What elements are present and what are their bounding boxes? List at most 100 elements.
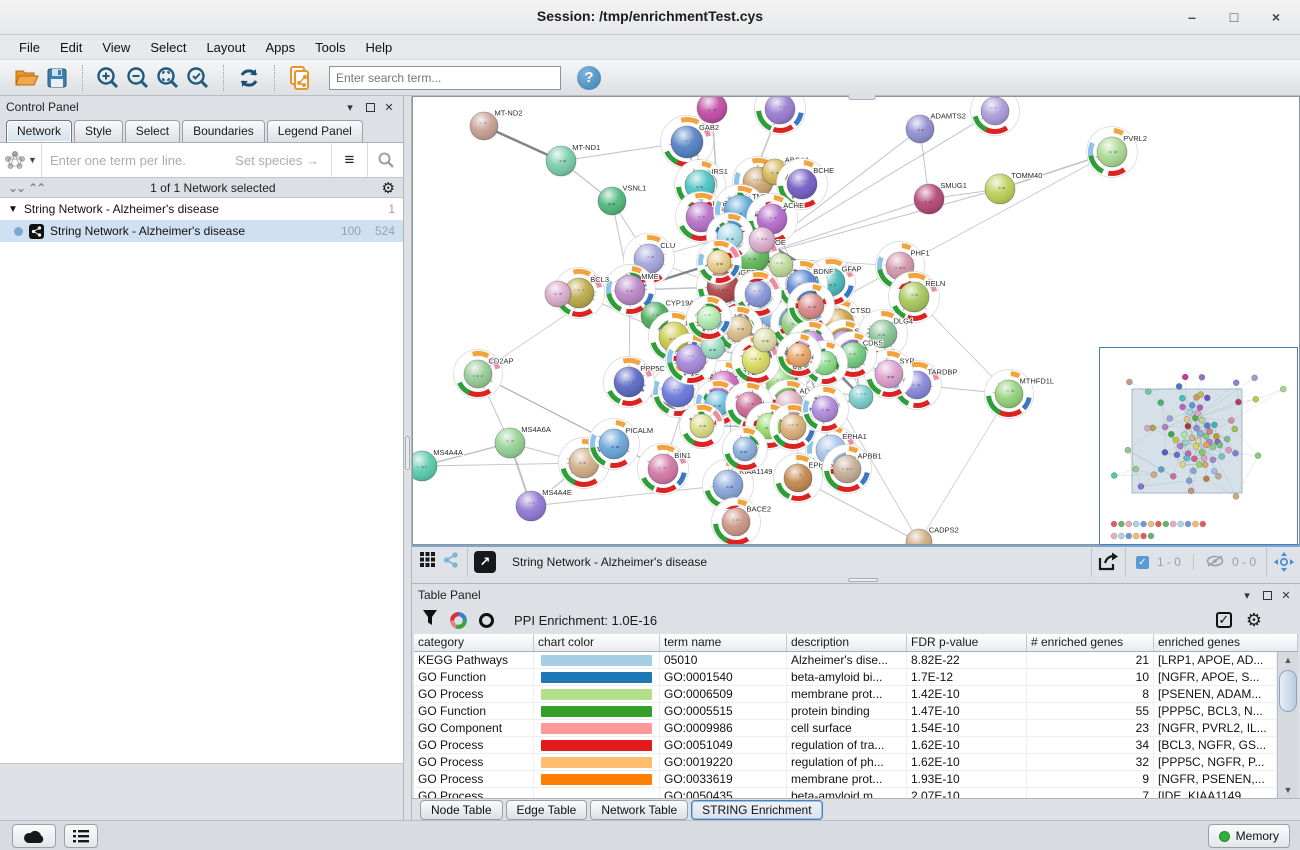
- network-from-file-icon[interactable]: [285, 64, 315, 92]
- network-node-unlabeled[interactable]: [697, 240, 742, 285]
- menu-item-help[interactable]: Help: [357, 38, 402, 57]
- navigator-toggle-icon[interactable]: [1266, 547, 1300, 577]
- select-terms-icon[interactable]: ✓: [1216, 612, 1232, 628]
- query-options-icon[interactable]: ≡: [331, 143, 367, 177]
- cloud-tasks-button[interactable]: [12, 824, 56, 848]
- network-node-unlabeled[interactable]: [753, 328, 777, 352]
- open-file-icon[interactable]: [12, 64, 42, 92]
- network-node[interactable]: CD2AP: [454, 350, 514, 399]
- network-node-unlabeled[interactable]: [802, 386, 849, 433]
- string-search-icon[interactable]: [367, 143, 403, 177]
- filter-icon[interactable]: [422, 609, 438, 631]
- grid-view-icon[interactable]: [420, 552, 435, 572]
- splitter-grip[interactable]: [405, 436, 410, 470]
- refresh-icon[interactable]: [234, 64, 264, 92]
- network-node[interactable]: MS4A4A: [413, 448, 463, 481]
- panel-close-icon[interactable]: ✕: [1278, 589, 1294, 602]
- menu-item-file[interactable]: File: [10, 38, 49, 57]
- network-canvas[interactable]: MT-ND2MT-ND1VSNL1GAB2ADAMTS2PVRL2SMUG1TO…: [412, 96, 1300, 545]
- network-node-unlabeled[interactable]: [723, 427, 768, 472]
- network-node[interactable]: BACE2: [712, 498, 772, 545]
- table-row[interactable]: GO ProcessGO:0019220regulation of ph...1…: [414, 754, 1277, 771]
- menu-item-view[interactable]: View: [93, 38, 139, 57]
- tab-edge-table[interactable]: Edge Table: [506, 800, 588, 820]
- selected-checkbox-icon[interactable]: ✓: [1136, 556, 1149, 569]
- network-node-unlabeled[interactable]: [749, 227, 775, 253]
- column-header[interactable]: term name: [660, 634, 787, 651]
- zoom-selected-icon[interactable]: [183, 64, 213, 92]
- task-history-button[interactable]: [64, 824, 98, 848]
- tab-network-table[interactable]: Network Table: [590, 800, 688, 820]
- network-node-unlabeled[interactable]: [849, 385, 873, 409]
- network-node-unlabeled[interactable]: [545, 281, 571, 307]
- menu-item-tools[interactable]: Tools: [306, 38, 354, 57]
- network-share-icon[interactable]: [443, 552, 459, 573]
- network-node-unlabeled[interactable]: [777, 333, 822, 378]
- network-node[interactable]: CADPS2: [906, 525, 959, 544]
- table-row[interactable]: GO ProcessGO:0050435beta-amyloid m...2.0…: [414, 788, 1277, 798]
- vertical-splitter[interactable]: [404, 96, 412, 820]
- expand-triangle-icon[interactable]: ▼: [8, 204, 18, 215]
- network-node[interactable]: VSNL1: [598, 184, 646, 216]
- memory-button[interactable]: Memory: [1208, 824, 1290, 848]
- network-node-unlabeled[interactable]: [680, 404, 725, 449]
- network-node[interactable]: MT-ND2: [470, 109, 522, 141]
- expand-all-icon[interactable]: ⌃⌃: [28, 181, 44, 195]
- network-node[interactable]: TOMM40: [985, 171, 1042, 204]
- panel-close-icon[interactable]: ✕: [381, 101, 397, 114]
- panel-menu-icon[interactable]: ▾: [1239, 589, 1255, 602]
- network-node-unlabeled[interactable]: [803, 341, 848, 386]
- network-node-unlabeled[interactable]: [687, 296, 732, 341]
- tab-style[interactable]: Style: [74, 120, 123, 142]
- table-row[interactable]: GO FunctionGO:0005515protein binding1.47…: [414, 703, 1277, 720]
- column-header[interactable]: FDR p-value: [907, 634, 1027, 651]
- string-protein-query-icon[interactable]: ▼: [0, 143, 42, 177]
- splitter-grip[interactable]: [848, 578, 878, 582]
- zoom-in-icon[interactable]: [93, 64, 123, 92]
- zoom-out-icon[interactable]: [123, 64, 153, 92]
- tab-network[interactable]: Network: [6, 120, 72, 142]
- menu-item-apps[interactable]: Apps: [257, 38, 305, 57]
- scrollbar-thumb[interactable]: [1279, 670, 1297, 712]
- network-collection-row[interactable]: ▼ String Network - Alzheimer's disease 1: [0, 198, 403, 220]
- table-row[interactable]: KEGG Pathways05010Alzheimer's dise...8.8…: [414, 652, 1277, 669]
- panel-float-icon[interactable]: [1263, 591, 1272, 600]
- table-row[interactable]: GO ProcessGO:0033619membrane prot...1.93…: [414, 771, 1277, 788]
- menu-item-select[interactable]: Select: [141, 38, 195, 57]
- save-session-icon[interactable]: [42, 64, 72, 92]
- network-node[interactable]: MS4A4E: [516, 488, 572, 521]
- column-header[interactable]: category: [414, 634, 534, 651]
- panel-menu-icon[interactable]: ▾: [342, 101, 358, 114]
- network-node[interactable]: PVRL2: [1087, 127, 1148, 178]
- close-button[interactable]: ×: [1262, 6, 1290, 28]
- column-header[interactable]: enriched genes: [1154, 634, 1298, 651]
- donut-chart-icon[interactable]: [450, 612, 467, 629]
- tab-string-enrichment[interactable]: STRING Enrichment: [691, 800, 822, 820]
- network-node[interactable]: ADAMTS2: [906, 112, 966, 144]
- maximize-button[interactable]: □: [1220, 6, 1248, 28]
- network-node-unlabeled[interactable]: [769, 253, 793, 277]
- tab-boundaries[interactable]: Boundaries: [182, 120, 265, 142]
- export-network-icon[interactable]: [1091, 547, 1125, 577]
- table-row[interactable]: GO ProcessGO:0051049regulation of tra...…: [414, 737, 1277, 754]
- tab-legend-panel[interactable]: Legend Panel: [267, 120, 363, 142]
- table-row[interactable]: GO FunctionGO:0001540beta-amyloid bi...1…: [414, 669, 1277, 686]
- birds-eye-view[interactable]: [1099, 347, 1298, 545]
- menu-item-edit[interactable]: Edit: [51, 38, 91, 57]
- help-icon[interactable]: ?: [577, 66, 601, 90]
- scroll-down-icon[interactable]: ▼: [1278, 782, 1298, 798]
- network-node[interactable]: MTHFD1L: [985, 370, 1055, 419]
- column-header[interactable]: description: [787, 634, 907, 651]
- enrichment-settings-icon[interactable]: ⚙: [1246, 610, 1262, 631]
- network-node-unlabeled[interactable]: [755, 97, 806, 135]
- network-node[interactable]: BIN1: [638, 444, 691, 495]
- ring-chart-icon[interactable]: [479, 613, 494, 628]
- scroll-up-icon[interactable]: ▲: [1278, 652, 1298, 668]
- network-row-selected[interactable]: String Network - Alzheimer's disease 100…: [0, 220, 403, 242]
- menu-item-layout[interactable]: Layout: [197, 38, 254, 57]
- column-header[interactable]: chart color: [534, 634, 660, 651]
- table-scrollbar[interactable]: ▲ ▼: [1277, 652, 1298, 798]
- panel-float-icon[interactable]: [366, 103, 375, 112]
- term-input[interactable]: Enter one term per line.: [42, 153, 235, 168]
- tab-select[interactable]: Select: [125, 120, 180, 142]
